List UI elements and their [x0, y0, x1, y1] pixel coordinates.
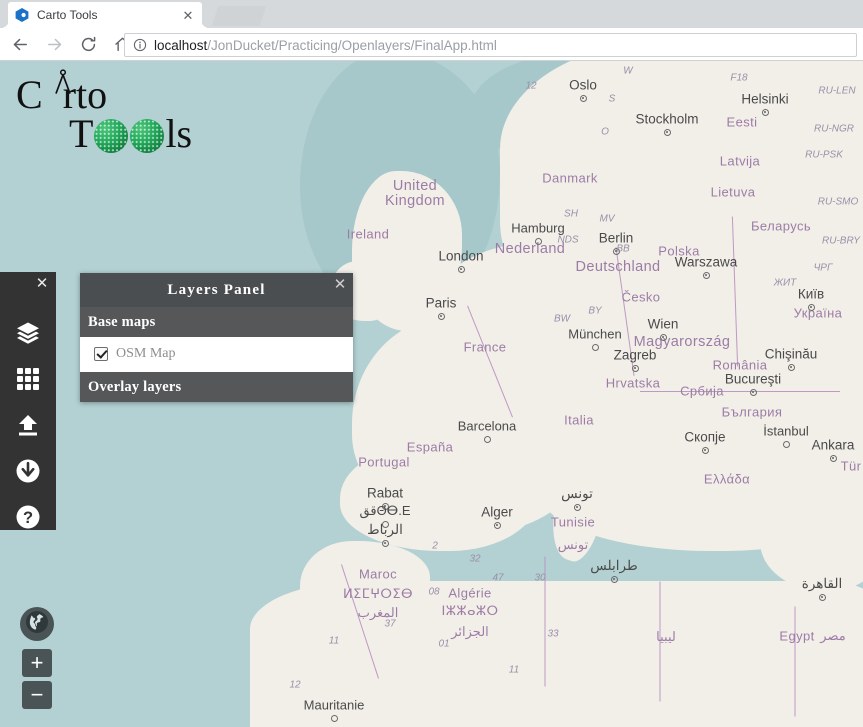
section-header-base-maps: Base maps	[80, 307, 353, 337]
address-bar-text: localhost/JonDucket/Practicing/Openlayer…	[154, 38, 497, 53]
sidebar-item-download[interactable]	[0, 450, 56, 496]
country-border	[640, 391, 840, 392]
zoom-out-button[interactable]: −	[22, 681, 52, 709]
zoom-in-label: +	[30, 650, 44, 675]
layers-panel-header: Layers Panel ✕	[80, 273, 353, 307]
map-city-marker	[381, 539, 389, 547]
sidebar-item-upload[interactable]	[0, 404, 56, 450]
layer-row[interactable]: OSM Map	[80, 344, 353, 364]
green-globe-icon	[94, 119, 129, 153]
url-path: /JonDucket/Practicing/Openlayers/FinalAp…	[207, 37, 497, 53]
upload-arrow-icon	[16, 413, 40, 442]
map-city-marker	[702, 271, 710, 279]
land-morocco	[300, 541, 430, 631]
map-city-marker	[493, 521, 501, 529]
map-city-marker	[663, 128, 671, 136]
map-city-marker	[659, 333, 667, 341]
browser-window: Carto Tools ✕ localhost/JonDucket/Practi…	[0, 0, 863, 727]
layer-label: OSM Map	[116, 346, 176, 361]
map-city-marker	[381, 520, 389, 528]
url-host: localhost	[154, 37, 208, 53]
map-city-marker	[437, 312, 445, 320]
map-city-marker	[579, 94, 587, 102]
green-globe-icon	[130, 119, 165, 153]
country-border	[544, 556, 546, 687]
map-city-marker	[610, 575, 618, 583]
logo-ls: ls	[165, 111, 193, 156]
section-header-overlay-layers: Overlay layers	[80, 372, 353, 402]
map-city-marker	[631, 364, 639, 372]
page-info-icon[interactable]	[132, 38, 147, 53]
map-city-marker	[761, 108, 769, 116]
sidebar-close-icon[interactable]: ✕	[33, 274, 51, 292]
svg-text:?: ?	[23, 509, 33, 527]
section-label: Base maps	[88, 313, 156, 330]
map-city-marker	[787, 363, 795, 371]
map-city-marker	[612, 247, 620, 255]
sidebar-item-help[interactable]: ?	[0, 496, 56, 542]
address-bar[interactable]: localhost/JonDucket/Practicing/Openlayer…	[124, 33, 857, 57]
tab-strip: Carto Tools ✕	[0, 0, 863, 28]
globe-icon	[25, 610, 49, 639]
map-city-marker	[330, 714, 338, 722]
logo-c: C	[16, 72, 43, 117]
download-circle-icon	[15, 458, 41, 489]
map-city-marker	[591, 343, 599, 351]
map-city-marker	[701, 446, 709, 454]
land-sahara	[250, 661, 863, 727]
country-border	[794, 606, 796, 717]
logo-t: T	[69, 111, 94, 156]
section-label: Overlay layers	[88, 378, 182, 395]
map-city-marker	[818, 593, 826, 601]
map-city-marker	[782, 440, 790, 448]
map-city-marker	[483, 435, 491, 443]
map-city-marker	[807, 303, 815, 311]
help-question-icon: ?	[15, 504, 41, 535]
map-city-marker	[534, 237, 542, 245]
zoom-out-label: −	[30, 682, 44, 707]
logo-line-one: C rto	[14, 69, 192, 117]
reload-icon[interactable]	[74, 30, 102, 58]
globe-extent-button[interactable]	[20, 607, 54, 641]
app-logo: C rto Tls	[14, 69, 192, 155]
map-city-marker	[457, 265, 465, 273]
compass-divider-icon	[52, 62, 74, 94]
grid-3x3-icon	[16, 367, 40, 396]
base-maps-list: OSM Map	[80, 337, 353, 372]
country-border	[659, 581, 661, 702]
carto-tools-favicon-icon	[14, 7, 30, 23]
map-city-marker	[573, 503, 581, 511]
layers-panel: Layers Panel ✕ Base maps OSM Map Overlay…	[80, 273, 353, 402]
browser-toolbar: localhost/JonDucket/Practicing/Openlayer…	[0, 28, 863, 61]
back-arrow-icon[interactable]	[6, 30, 34, 58]
tab-title: Carto Tools	[37, 8, 98, 22]
layers-panel-title: Layers Panel	[167, 281, 266, 298]
logo-line-two: Tls	[14, 113, 192, 155]
tab-close-icon[interactable]: ✕	[180, 7, 196, 23]
layers-panel-close-icon[interactable]: ✕	[331, 275, 349, 293]
map-viewport[interactable]: United Kingdom Ireland Danmark Nederland Deut…	[0, 61, 863, 727]
sidebar-item-grid[interactable]	[0, 358, 56, 404]
osm-map-checkbox[interactable]	[94, 347, 108, 361]
tools-sidebar: ✕ ?	[0, 272, 56, 530]
map-city-marker	[749, 388, 757, 396]
layers-stack-icon	[14, 319, 42, 352]
forward-arrow-icon	[40, 30, 68, 58]
land-iberia	[340, 446, 540, 551]
map-city-marker	[381, 502, 389, 510]
new-tab-button[interactable]	[211, 6, 267, 26]
browser-tab[interactable]: Carto Tools ✕	[8, 2, 202, 28]
map-city-marker	[829, 454, 837, 462]
zoom-in-button[interactable]: +	[22, 649, 52, 677]
sidebar-item-layers[interactable]	[0, 312, 56, 358]
